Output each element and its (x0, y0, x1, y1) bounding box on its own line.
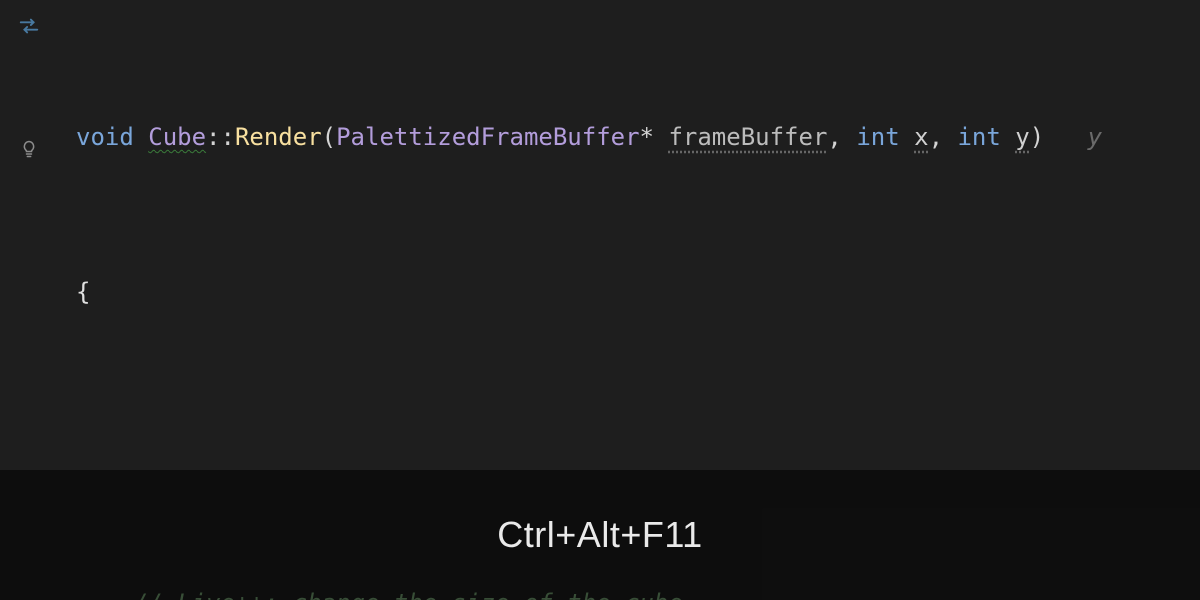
param-x: x (914, 123, 928, 151)
comment: // Live++: change the size of the cube (134, 589, 683, 600)
code-editor[interactable]: void Cube::Render(PalettizedFrameBuffer*… (0, 0, 1200, 600)
type-framebuffer: PalettizedFrameBuffer (336, 123, 639, 151)
brace-open: { (76, 278, 90, 306)
trailing-glyph: y (1088, 123, 1102, 151)
swap-arrows-icon[interactable] (18, 10, 40, 48)
keyword-void: void (76, 123, 134, 151)
param-framebuffer: frameBuffer (668, 123, 827, 151)
code-line[interactable]: void Cube::Render(PalettizedFrameBuffer*… (76, 117, 1200, 157)
code-line[interactable] (76, 428, 1200, 468)
code-line[interactable]: // Live++: change the size of the cube (76, 583, 1200, 600)
param-y: y (1015, 123, 1029, 151)
code-line[interactable]: { (76, 272, 1200, 312)
gutter (0, 0, 58, 600)
type-cube: Cube (148, 123, 206, 151)
function-render: Render (235, 123, 322, 151)
lightbulb-icon[interactable] (19, 132, 39, 170)
code-area[interactable]: void Cube::Render(PalettizedFrameBuffer*… (58, 0, 1200, 600)
